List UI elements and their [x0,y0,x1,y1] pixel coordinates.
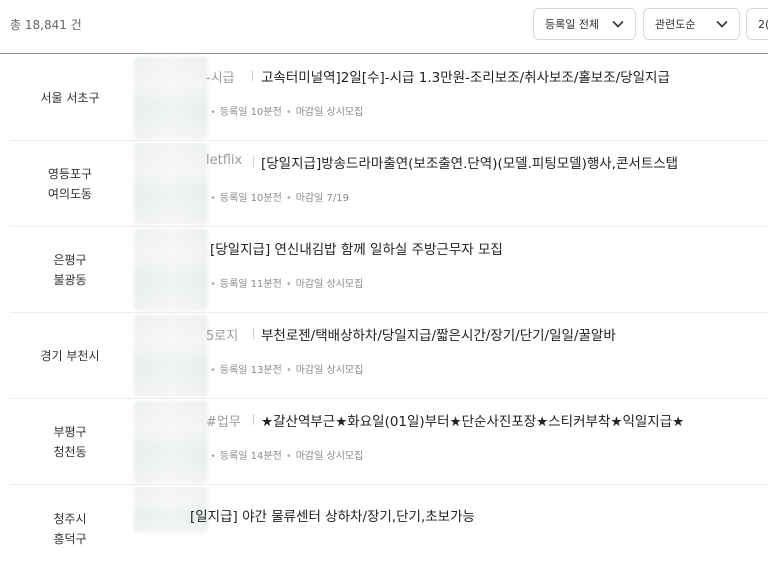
job-list-item[interactable]: 경기 부천시 5로지 부천로젠/택배상하차/당일지급/짧은시간/장기/단기/일일… [10,313,768,399]
date-filter-dropdown[interactable]: 등록일 전체 [533,8,636,40]
total-count: 총 18,841 건 [10,18,82,32]
job-title-link[interactable]: [당일지급]방송드라마출연(보조출연.단역)(모델.피팅모델)행사,콘서트스탭 [261,152,678,172]
job-meta: • 등록일 10분전 • 마감일 상시모집 [210,107,364,118]
job-title-link[interactable]: ★갈산역부근★화요일(01일)부터★단순사진포장★스티커부착★익일지급★ [261,410,684,430]
job-list-item[interactable]: 부평구 청천동 #업무 ★갈산역부근★화요일(01일)부터★단순사진포장★스티커… [10,399,768,485]
job-title-link[interactable]: 부천로젠/택배상하차/당일지급/짧은시간/장기/단기/일일/꿀알바 [261,324,616,344]
sort-label: 관련도순 [655,18,696,31]
company-name: #업무 [206,415,241,430]
region: 청주시 흥덕구 [53,512,87,546]
region: 영등포구 여의도동 [47,167,93,201]
job-list-item[interactable]: 영등포구 여의도동 letflix [당일지급]방송드라마출연(보조출연.단역)… [10,141,768,227]
job-meta: • 등록일 11분전 • 마감일 상시모집 [210,279,364,290]
region: 경기 부천시 [40,349,100,363]
page-size-dropdown[interactable]: 2( [746,8,768,40]
job-title-link[interactable]: [당일지급] 연신내김밥 함께 일하실 주방근무자 모집 [210,238,503,258]
divider [253,328,254,339]
date-filter-label: 등록일 전체 [545,18,600,31]
sort-dropdown[interactable]: 관련도순 [643,8,740,40]
company-logo-blurred [134,315,208,397]
chevron-down-icon [716,20,728,28]
region: 서울 서초구 [40,91,100,105]
company-name: 5로지 [206,329,239,344]
job-title-link[interactable]: 고속터미널역]2일[수]-시급 1.3만원-조리보조/취사보조/홀보조/당일지급 [261,66,670,86]
company-logo-blurred [134,401,208,483]
job-list-item[interactable]: 은평구 불광동 [당일지급] 연신내김밥 함께 일하실 주방근무자 모집 • 등록… [10,227,768,313]
job-list-item[interactable]: 청주시 흥덕구 [일지급] 야간 물류센터 상하차/장기,단기,초보가능 [10,485,768,571]
company-logo-blurred [134,57,208,139]
divider [252,70,253,81]
job-meta: • 등록일 10분전 • 마감일 7/19 [210,193,349,204]
divider [253,156,254,167]
divider [253,414,254,425]
company-name: -시급 [206,71,235,86]
chevron-down-icon [612,20,624,28]
job-meta: • 등록일 14분전 • 마감일 상시모집 [210,451,364,462]
company-name: letflix [206,153,243,168]
job-list-item[interactable]: 서울 서초구 -시급 고속터미널역]2일[수]-시급 1.3만원-조리보조/취사… [10,55,768,141]
job-title-link[interactable]: [일지급] 야간 물류센터 상하차/장기,단기,초보가능 [190,505,475,525]
company-logo-blurred [134,229,208,311]
job-meta: • 등록일 13분전 • 마감일 상시모집 [210,365,364,376]
list-toolbar: 총 18,841 건 등록일 전체 관련도순 2( [0,0,768,54]
region: 은평구 불광동 [53,253,87,287]
company-logo-blurred [134,143,208,225]
region: 부평구 청천동 [53,425,87,459]
page-size-label: 2( [758,17,768,31]
